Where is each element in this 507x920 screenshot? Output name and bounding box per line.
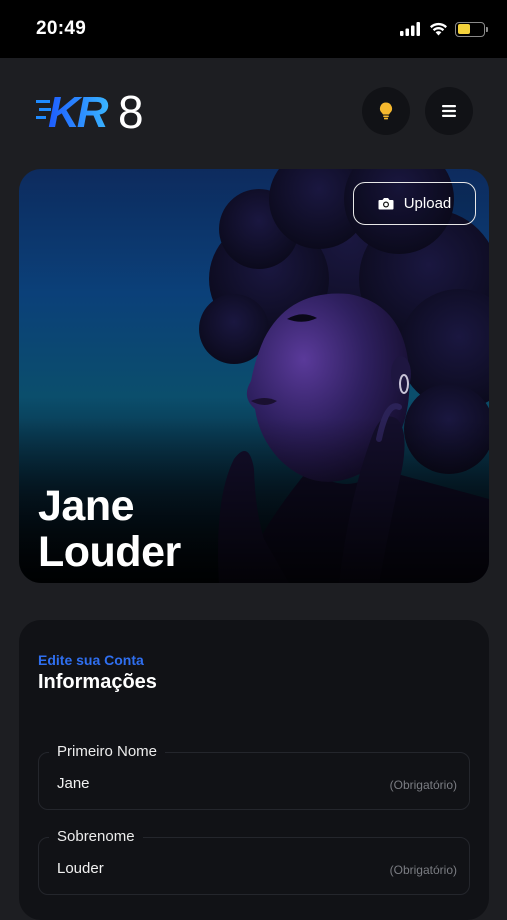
- svg-text:KR: KR: [48, 88, 109, 134]
- field-label: Primeiro Nome: [49, 743, 166, 760]
- first-name-input[interactable]: Jane: [57, 775, 90, 792]
- profile-name: Jane Louder: [38, 483, 181, 575]
- profile-first-name: Jane: [38, 482, 135, 530]
- battery-level: [457, 24, 470, 34]
- camera-icon: [378, 198, 394, 210]
- card-eyebrow: Edite sua Conta: [38, 652, 144, 668]
- account-info-card: Edite sua Conta Informações Primeiro Nom…: [19, 620, 489, 920]
- lightbulb-icon: [379, 102, 393, 120]
- cellular-signal-icon: [400, 22, 420, 36]
- wifi-icon: [430, 22, 447, 36]
- field-label: Sobrenome: [49, 828, 143, 845]
- profile-cover-card: Upload Jane Louder: [19, 169, 489, 583]
- status-time: 20:49: [36, 18, 87, 39]
- last-name-input[interactable]: Louder: [57, 860, 104, 877]
- battery-icon: [455, 21, 488, 37]
- upload-photo-button[interactable]: Upload: [353, 182, 476, 225]
- card-title: Informações: [38, 671, 157, 693]
- profile-last-name: Louder: [38, 528, 181, 576]
- tip-button[interactable]: [362, 87, 410, 135]
- upload-label: Upload: [403, 195, 452, 212]
- required-hint: (Obrigatório): [389, 778, 457, 792]
- first-name-field[interactable]: Primeiro Nome Jane (Obrigatório): [38, 743, 470, 810]
- last-name-field[interactable]: Sobrenome Louder (Obrigatório): [38, 828, 470, 895]
- required-hint: (Obrigatório): [389, 863, 457, 877]
- kr8-logo[interactable]: KR 8: [36, 86, 168, 139]
- svg-text:8: 8: [118, 86, 144, 134]
- app-header: KR 8: [0, 58, 507, 168]
- menu-button[interactable]: [425, 87, 473, 135]
- status-icons: [400, 21, 488, 37]
- hamburger-menu-icon: [442, 105, 456, 117]
- status-bar: 20:49: [0, 0, 507, 58]
